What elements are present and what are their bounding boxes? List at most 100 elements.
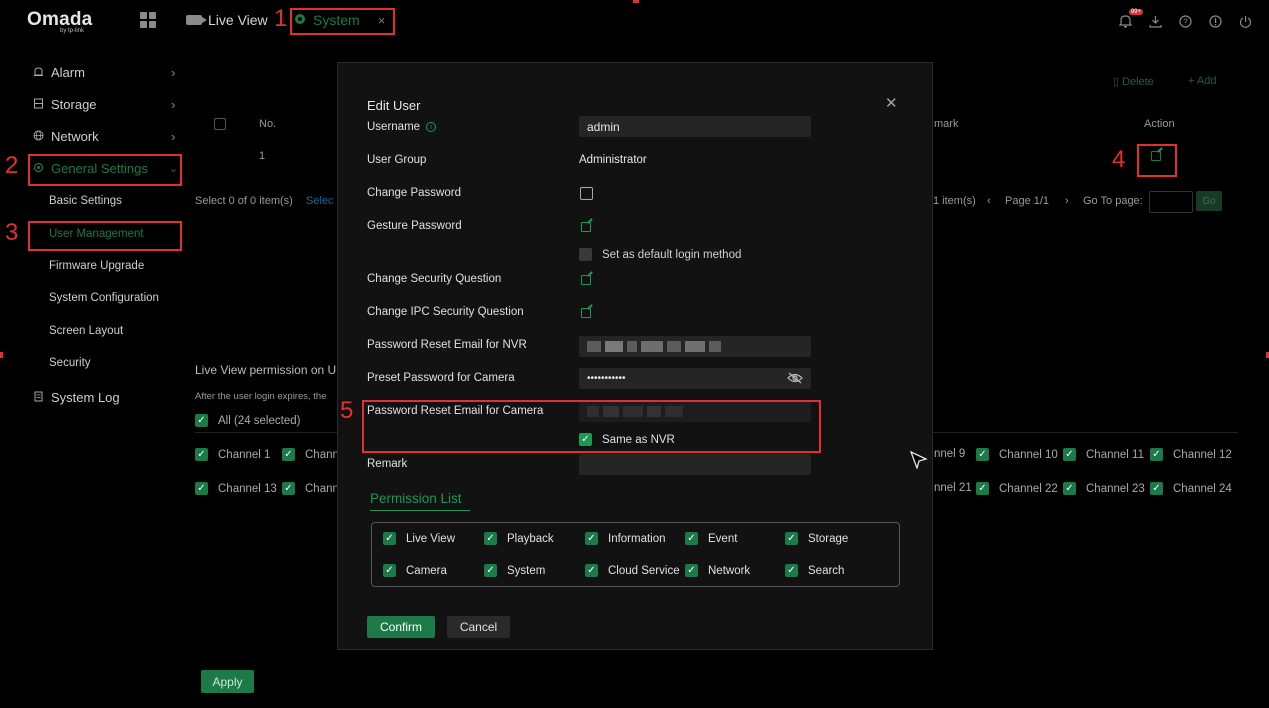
checkbox-checked: ✓ — [195, 482, 208, 495]
sidebar-sub-system-configuration[interactable]: System Configuration — [49, 292, 159, 304]
checkbox-checked: ✓ — [976, 482, 989, 495]
checkbox-checked: ✓ — [585, 564, 598, 577]
confirm-button[interactable]: Confirm — [367, 616, 435, 638]
close-icon[interactable]: ✕ — [885, 94, 898, 112]
sidebar-sub-basic-settings[interactable]: Basic Settings — [49, 195, 122, 207]
annotation-box — [28, 221, 182, 251]
permission-search[interactable]: ✓ Search — [785, 564, 844, 577]
sidebar-item-storage[interactable]: Storage › — [33, 94, 175, 114]
channel-label: nnel 9 — [934, 448, 966, 460]
permission-playback[interactable]: ✓ Playback — [484, 532, 554, 545]
checkbox-checked: ✓ — [1150, 448, 1163, 461]
storage-icon — [33, 97, 44, 112]
blurred-text — [641, 341, 663, 352]
annotation-number: 4 — [1112, 146, 1126, 173]
top-toolbar: ? — [1117, 13, 1253, 29]
permission-cloud-service[interactable]: ✓ Cloud Service — [585, 564, 680, 577]
permission-system[interactable]: ✓ System — [484, 564, 545, 577]
channel-label: nnel 21 — [934, 482, 972, 494]
reset-email-nvr-field[interactable] — [579, 336, 811, 357]
annotation-number: 1 — [274, 5, 288, 32]
blurred-text — [605, 341, 623, 352]
sidebar-sub-security[interactable]: Security — [49, 357, 91, 369]
permission-event[interactable]: ✓ Event — [685, 532, 737, 545]
preset-password-field[interactable]: ••••••••••• — [579, 368, 811, 389]
change-password-label: Change Password — [367, 187, 461, 199]
channel-checkbox[interactable]: ✓ Channel 12 — [1150, 448, 1232, 461]
tab-live-view[interactable]: Live View — [186, 10, 268, 30]
sidebar-item-system-log[interactable]: System Log — [33, 387, 120, 407]
plus-icon: + — [1188, 75, 1197, 87]
channel-checkbox[interactable]: ✓ Channel 1 — [195, 448, 270, 461]
checkbox-checked: ✓ — [282, 482, 295, 495]
cancel-button[interactable]: Cancel — [447, 616, 510, 638]
channel-checkbox[interactable]: ✓ Channel 13 — [195, 482, 277, 495]
chevron-right-icon: › — [171, 96, 176, 112]
alarm-icon — [33, 65, 44, 80]
security-question-label: Change Security Question — [367, 273, 502, 285]
sidebar-item-alarm[interactable]: Alarm › — [33, 62, 175, 82]
checkbox-unchecked — [579, 248, 592, 261]
power-icon[interactable] — [1237, 13, 1253, 29]
change-password-checkbox[interactable] — [580, 187, 593, 200]
live-view-permission-title: Live View permission on U — [195, 363, 337, 377]
checkbox-checked: ✓ — [976, 448, 989, 461]
goto-page-input[interactable] — [1149, 191, 1193, 213]
channel-checkbox[interactable]: ✓ Chann — [282, 448, 339, 461]
edit-gesture-icon[interactable] — [581, 222, 591, 232]
channel-checkbox[interactable]: ✓ Channel 10 — [976, 448, 1058, 461]
column-header-action: Action — [1144, 118, 1175, 130]
gesture-password-label: Gesture Password — [367, 220, 462, 232]
permission-network[interactable]: ✓ Network — [685, 564, 750, 577]
edit-security-question-icon[interactable] — [581, 275, 591, 285]
bell-icon[interactable] — [1117, 13, 1133, 29]
network-icon — [33, 129, 44, 144]
help-icon[interactable]: ? — [1177, 13, 1193, 29]
active-tab-underline — [370, 510, 470, 511]
info-icon[interactable]: i — [426, 122, 437, 132]
permission-storage[interactable]: ✓ Storage — [785, 532, 848, 545]
eye-slash-icon[interactable] — [787, 372, 803, 387]
select-link[interactable]: Selec — [306, 195, 334, 207]
default-login-checkbox[interactable]: Set as default login method — [579, 248, 741, 261]
checkbox-checked: ✓ — [383, 564, 396, 577]
all-channels-checkbox[interactable]: ✓ All (24 selected) — [195, 414, 300, 427]
username-label: Username i — [367, 121, 437, 133]
permission-camera[interactable]: ✓ Camera — [383, 564, 447, 577]
checkbox-checked: ✓ — [195, 414, 208, 427]
sidebar-sub-screen-layout[interactable]: Screen Layout — [49, 325, 123, 337]
blurred-text — [627, 341, 637, 352]
channel-checkbox[interactable]: ✓ Channel 23 — [1063, 482, 1145, 495]
next-page-icon[interactable]: › — [1065, 195, 1069, 207]
channel-checkbox[interactable]: ✓ Channel 22 — [976, 482, 1058, 495]
apps-grid-icon[interactable] — [140, 12, 156, 28]
checkbox-checked: ✓ — [484, 532, 497, 545]
add-button[interactable]: + Add — [1188, 75, 1216, 87]
sidebar-sub-firmware-upgrade[interactable]: Firmware Upgrade — [49, 260, 144, 272]
log-icon — [33, 390, 44, 405]
permission-information[interactable]: ✓ Information — [585, 532, 666, 545]
select-all-checkbox[interactable] — [214, 118, 226, 130]
username-field[interactable]: admin — [579, 116, 811, 137]
table-cell-no: 1 — [259, 150, 266, 162]
prev-page-icon[interactable]: ‹ — [987, 195, 991, 207]
remark-field[interactable] — [579, 454, 811, 475]
tab-live-view-label: Live View — [208, 12, 268, 28]
tab-permission-list[interactable]: Permission List — [370, 491, 462, 506]
checkbox-checked: ✓ — [685, 564, 698, 577]
sidebar-item-network[interactable]: Network › — [33, 126, 175, 146]
go-button[interactable]: Go — [1196, 191, 1222, 211]
download-icon[interactable] — [1147, 13, 1163, 29]
annotation-number: 5 — [340, 397, 354, 424]
user-group-label: User Group — [367, 154, 427, 166]
delete-button[interactable]: ▯ Delete — [1113, 75, 1154, 88]
annotation-box — [290, 8, 395, 35]
info-icon[interactable] — [1207, 13, 1223, 29]
channel-checkbox[interactable]: ✓ Channel 24 — [1150, 482, 1232, 495]
edit-ipc-security-question-icon[interactable] — [581, 308, 591, 318]
apply-button[interactable]: Apply — [201, 670, 254, 693]
goto-label: Go To page: — [1083, 195, 1143, 207]
channel-checkbox[interactable]: ✓ Chann — [282, 482, 339, 495]
permission-live-view[interactable]: ✓ Live View — [383, 532, 455, 545]
channel-checkbox[interactable]: ✓ Channel 11 — [1063, 448, 1144, 461]
